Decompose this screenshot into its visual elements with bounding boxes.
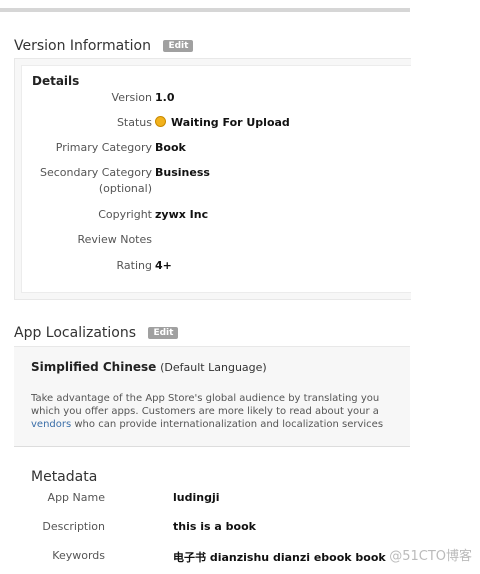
primary-category-value: Book: [155, 141, 186, 154]
secondary-category-value: Business: [155, 166, 210, 179]
status-dot-icon: [155, 116, 166, 127]
localizations-edit-button[interactable]: Edit: [148, 327, 179, 339]
localization-description-line-2: which you offer apps. Customers are more…: [31, 406, 379, 417]
version-edit-button[interactable]: Edit: [163, 40, 194, 52]
review-notes-label: Review Notes: [77, 233, 152, 246]
description-label: Description: [42, 520, 105, 533]
localization-description-line-1: Take advantage of the App Store's global…: [31, 393, 380, 404]
version-details-inner: Details Version 1.0 Status Waiting For U…: [21, 65, 411, 293]
watermark-text: @51CTO博客: [389, 549, 472, 564]
secondary-category-label: Secondary Category: [40, 166, 152, 179]
localization-description-line-3: vendors who can provide internationaliza…: [31, 418, 411, 431]
version-details-panel: Details Version 1.0 Status Waiting For U…: [14, 58, 411, 300]
version-information-title: Version Information: [14, 38, 151, 54]
app-name-value: ludingji: [173, 491, 220, 504]
copyright-label: Copyright: [98, 208, 152, 221]
top-divider-bar: [0, 8, 410, 12]
language-note: (Default Language): [160, 361, 267, 374]
app-localizations-title: App Localizations: [14, 325, 137, 341]
language-name[interactable]: Simplified Chinese: [31, 360, 156, 374]
metadata-title: Metadata: [31, 469, 98, 485]
secondary-category-optional: (optional): [98, 182, 152, 195]
description-value: this is a book: [173, 520, 256, 533]
app-localizations-heading: App Localizations Edit: [14, 325, 179, 341]
status-value: Waiting For Upload: [171, 116, 290, 129]
vendors-link[interactable]: vendors: [31, 419, 71, 430]
copyright-value: zywx Inc: [155, 208, 209, 221]
rating-value: 4+: [155, 259, 172, 272]
localization-description-line-3-rest: who can provide internationalization and…: [71, 419, 384, 430]
version-label: Version: [111, 91, 152, 104]
status-value-wrap: Waiting For Upload: [155, 115, 290, 131]
app-name-label: App Name: [47, 491, 105, 504]
keywords-label: Keywords: [52, 549, 105, 562]
keywords-value: 电子书 dianzishu dianzi ebook book: [173, 551, 386, 564]
localization-divider: [14, 446, 410, 447]
rating-label: Rating: [116, 259, 152, 272]
status-label: Status: [116, 116, 152, 129]
version-information-heading: Version Information Edit: [14, 38, 194, 54]
primary-category-label: Primary Category: [55, 141, 152, 154]
details-title: Details: [32, 74, 80, 88]
version-value: 1.0: [155, 91, 175, 104]
language-line: Simplified Chinese (Default Language): [31, 360, 267, 374]
secondary-category-label-wrap: Secondary Category (optional): [40, 165, 152, 197]
